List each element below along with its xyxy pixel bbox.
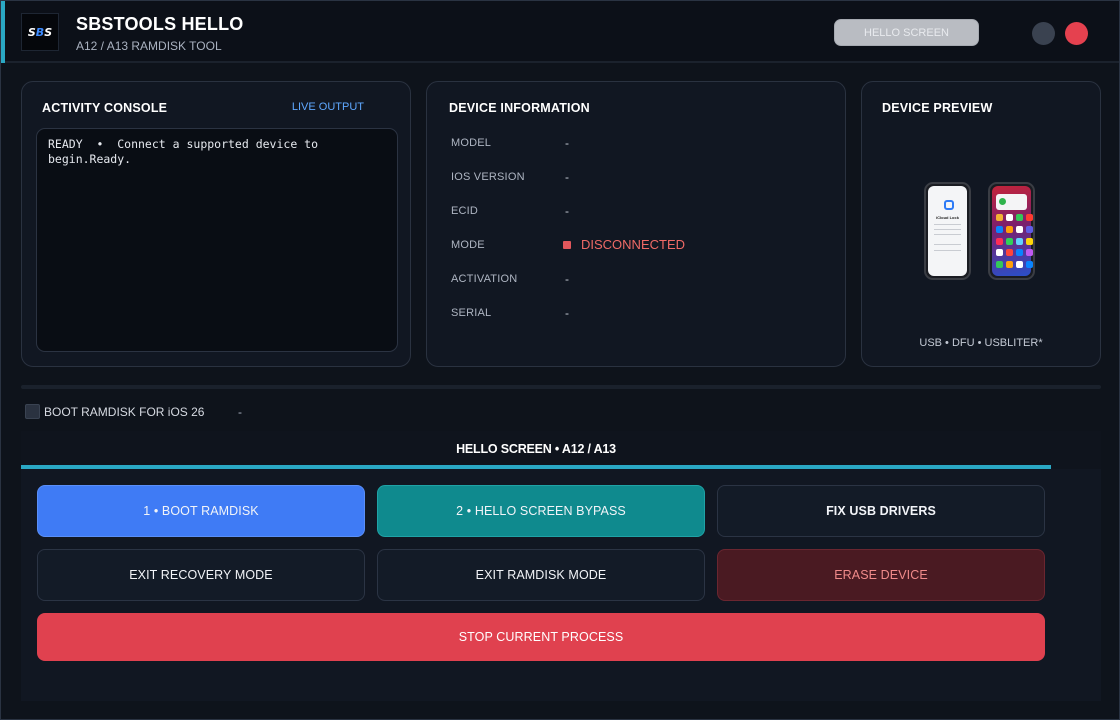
connection-modes-caption: USB • DFU • USBLITER* [919, 337, 1043, 349]
erase-device-button[interactable]: ERASE DEVICE [717, 549, 1045, 601]
tab-hello-screen[interactable]: HELLO SCREEN • A12 / A13 [21, 442, 1051, 456]
screen-line [934, 229, 961, 230]
phone-screen-label: iCloud Lock [936, 215, 959, 220]
screen-line [934, 244, 961, 245]
app-subtitle: A12 / A13 RAMDISK TOOL [76, 39, 222, 53]
app-grid [996, 214, 1033, 270]
notification-card [996, 194, 1027, 210]
minimize-button[interactable] [1032, 22, 1055, 45]
info-row-activation: ACTIVATION - [451, 270, 831, 290]
title-bar: SBS SBSTOOLS HELLO A12 / A13 RAMDISK TOO… [1, 1, 1119, 63]
check-icon [999, 198, 1006, 205]
boot-ios26-label[interactable]: BOOT RAMDISK FOR iOS 26 [44, 405, 204, 419]
connection-status: DISCONNECTED [581, 237, 686, 252]
tab-bar: HELLO SCREEN • A12 / A13 [21, 431, 1101, 469]
info-value: - [565, 136, 569, 150]
phone-screen: iCloud Lock [928, 186, 967, 276]
info-label: MODEL [451, 137, 492, 149]
section-divider [21, 385, 1101, 389]
iphone-home-screen-image [988, 182, 1035, 280]
exit-ramdisk-mode-button[interactable]: EXIT RAMDISK MODE [377, 549, 705, 601]
console-output[interactable]: READY • Connect a supported device to be… [36, 128, 398, 352]
actions-panel: HELLO SCREEN • A12 / A13 1 • BOOT RAMDIS… [21, 431, 1101, 701]
panel-title: DEVICE PREVIEW [882, 101, 993, 115]
exit-recovery-mode-button[interactable]: EXIT RECOVERY MODE [37, 549, 365, 601]
screen-line [934, 250, 961, 251]
info-row-ecid: ECID - [451, 202, 831, 222]
boot-ios26-checkbox[interactable] [25, 404, 40, 419]
info-label: SERIAL [451, 307, 492, 319]
status-indicator-icon [563, 241, 571, 249]
boot-ios26-value: - [238, 405, 242, 419]
boot-ramdisk-button[interactable]: 1 • BOOT RAMDISK [37, 485, 365, 537]
stop-current-process-button[interactable]: STOP CURRENT PROCESS [37, 613, 1045, 661]
fix-usb-drivers-button[interactable]: FIX USB DRIVERS [717, 485, 1045, 537]
screen-line [934, 224, 961, 225]
live-output-label: LIVE OUTPUT [291, 101, 364, 113]
info-label: IOS VERSION [451, 171, 525, 183]
phone-screen [992, 186, 1033, 276]
app-title: SBSTOOLS HELLO [76, 14, 244, 34]
active-tab-indicator [21, 465, 1051, 469]
info-row-serial: SERIAL - [451, 304, 831, 324]
iphone-icloud-lock-image: iCloud Lock [924, 182, 971, 280]
info-value: - [565, 306, 569, 320]
lock-icon [944, 200, 954, 210]
panel-title: ACTIVITY CONSOLE [42, 101, 168, 115]
app-window: SBS SBSTOOLS HELLO A12 / A13 RAMDISK TOO… [0, 0, 1120, 720]
info-label: ECID [451, 205, 479, 217]
device-information-panel: DEVICE INFORMATION MODEL - IOS VERSION -… [426, 81, 846, 367]
info-value: - [565, 170, 569, 184]
hello-screen-mode-button[interactable]: HELLO SCREEN [834, 19, 979, 46]
info-row-ios-version: IOS VERSION - [451, 168, 831, 188]
info-label: MODE [451, 239, 485, 251]
activity-console-panel: ACTIVITY CONSOLE LIVE OUTPUT READY • Con… [21, 81, 411, 367]
screen-line [934, 234, 961, 235]
info-row-mode: MODE DISCONNECTED [451, 236, 831, 256]
panel-title: DEVICE INFORMATION [449, 101, 590, 115]
hello-screen-bypass-button[interactable]: 2 • HELLO SCREEN BYPASS [377, 485, 705, 537]
logo-mark: SBS [27, 25, 53, 39]
info-value: - [565, 204, 569, 218]
info-row-model: MODEL - [451, 134, 831, 154]
info-label: ACTIVATION [451, 273, 518, 285]
close-button[interactable] [1065, 22, 1088, 45]
accent-bar [1, 1, 5, 63]
info-value: - [565, 272, 569, 286]
app-logo: SBS [21, 13, 59, 51]
device-preview-panel: DEVICE PREVIEW iCloud Lock USB • DFU • U… [861, 81, 1101, 367]
